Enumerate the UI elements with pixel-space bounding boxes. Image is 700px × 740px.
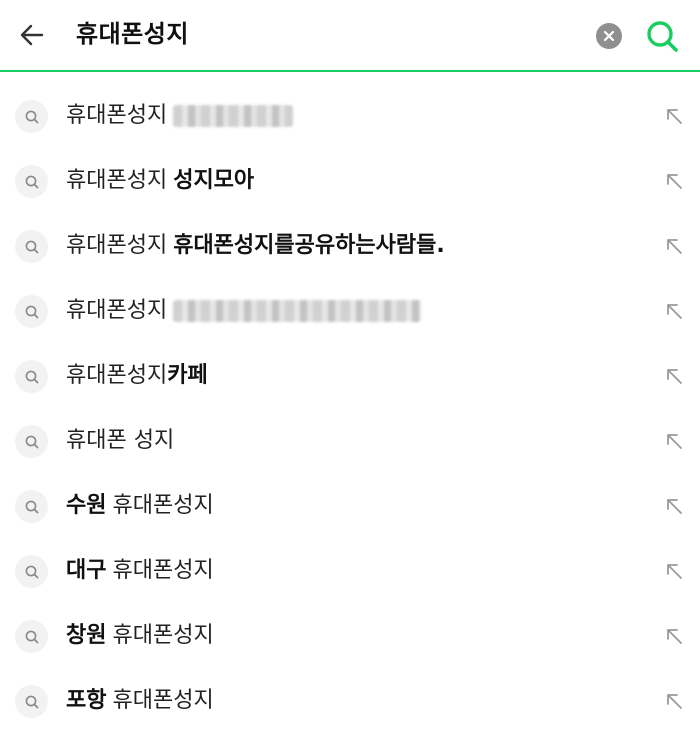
suggestion-suffix: 성지모아	[173, 168, 255, 193]
suggestion-item[interactable]: 휴대폰성지	[0, 84, 700, 149]
search-icon	[15, 230, 48, 263]
suggestion-suffix: 휴대폰성지	[112, 623, 214, 648]
suggestion-suffix: 휴대폰성지	[112, 688, 214, 713]
search-icon	[15, 685, 48, 718]
suggestion-item[interactable]: 포항 휴대폰성지	[0, 669, 700, 734]
suggestion-text: 휴대폰성지 성지모아	[66, 163, 254, 199]
suggestion-suffix: 휴대폰성지	[112, 558, 214, 583]
suggestion-item[interactable]: 휴대폰성지 휴대폰성지를공유하는사람들.	[0, 214, 700, 279]
suggestion-prefix: 포항	[66, 688, 107, 713]
suggestion-text: 대구 휴대폰성지	[66, 553, 214, 589]
arrow-up-left-icon[interactable]	[662, 429, 686, 453]
suggestion-item[interactable]: 휴대폰 성지	[0, 409, 700, 474]
clear-button[interactable]	[596, 23, 622, 49]
suggestion-prefix: 휴대폰성지	[66, 168, 168, 193]
search-icon	[15, 425, 48, 458]
search-icon	[15, 555, 48, 588]
search-icon	[15, 360, 48, 393]
clear-x-icon	[603, 30, 615, 42]
suggestion-item[interactable]: 수원 휴대폰성지	[0, 474, 700, 539]
search-icon	[15, 165, 48, 198]
search-icon	[15, 100, 48, 133]
search-input[interactable]: 휴대폰성지	[76, 14, 189, 54]
arrow-up-left-icon[interactable]	[662, 234, 686, 258]
search-icon	[647, 21, 678, 52]
arrow-left-icon	[20, 24, 44, 46]
search-header: 휴대폰성지	[0, 0, 700, 72]
search-button[interactable]	[642, 16, 682, 56]
redacted-text	[173, 300, 422, 322]
search-icon	[15, 490, 48, 523]
suggestion-prefix: 수원	[66, 493, 107, 518]
search-icon	[15, 295, 48, 328]
suggestion-text: 휴대폰성지카페	[66, 358, 208, 394]
suggestion-text: 수원 휴대폰성지	[66, 488, 214, 524]
suggestion-item[interactable]: 창원 휴대폰성지	[0, 604, 700, 669]
suggestion-prefix: 휴대폰성지	[66, 233, 168, 258]
suggestion-list: 휴대폰성지 휴대폰성지 성지모아 휴대폰성지 휴대폰성지를공유하는사람들. 휴대폰성지 휴대…	[0, 84, 700, 734]
back-button[interactable]	[12, 17, 52, 53]
suggestion-text: 휴대폰 성지	[66, 423, 174, 459]
search-icon	[15, 620, 48, 653]
arrow-up-left-icon[interactable]	[662, 104, 686, 128]
suggestion-item[interactable]: 휴대폰성지	[0, 279, 700, 344]
suggestion-item[interactable]: 대구 휴대폰성지	[0, 539, 700, 604]
suggestion-prefix: 휴대폰성지	[66, 103, 168, 128]
arrow-up-left-icon[interactable]	[662, 624, 686, 648]
arrow-up-left-icon[interactable]	[662, 689, 686, 713]
suggestion-item[interactable]: 휴대폰성지카페	[0, 344, 700, 409]
suggestion-text: 창원 휴대폰성지	[66, 618, 214, 654]
suggestion-suffix: 휴대폰성지	[112, 493, 214, 518]
arrow-up-left-icon[interactable]	[662, 169, 686, 193]
suggestion-suffix: 카페	[167, 363, 208, 388]
arrow-up-left-icon[interactable]	[662, 559, 686, 583]
suggestion-text: 휴대폰성지	[66, 98, 294, 134]
redacted-text	[173, 105, 294, 127]
arrow-up-left-icon[interactable]	[662, 494, 686, 518]
suggestion-suffix: 휴대폰성지를공유하는사람들.	[173, 233, 445, 258]
suggestion-text: 포항 휴대폰성지	[66, 683, 214, 719]
suggestion-item[interactable]: 휴대폰성지 성지모아	[0, 149, 700, 214]
suggestion-text: 휴대폰성지	[66, 293, 422, 329]
suggestion-prefix: 창원	[66, 623, 107, 648]
suggestion-prefix: 휴대폰성지	[66, 298, 168, 323]
arrow-up-left-icon[interactable]	[662, 364, 686, 388]
suggestion-prefix: 휴대폰 성지	[66, 428, 175, 453]
arrow-up-left-icon[interactable]	[662, 299, 686, 323]
suggestion-text: 휴대폰성지 휴대폰성지를공유하는사람들.	[66, 228, 445, 264]
suggestion-prefix: 대구	[66, 558, 107, 583]
suggestion-prefix: 휴대폰성지	[66, 363, 168, 388]
